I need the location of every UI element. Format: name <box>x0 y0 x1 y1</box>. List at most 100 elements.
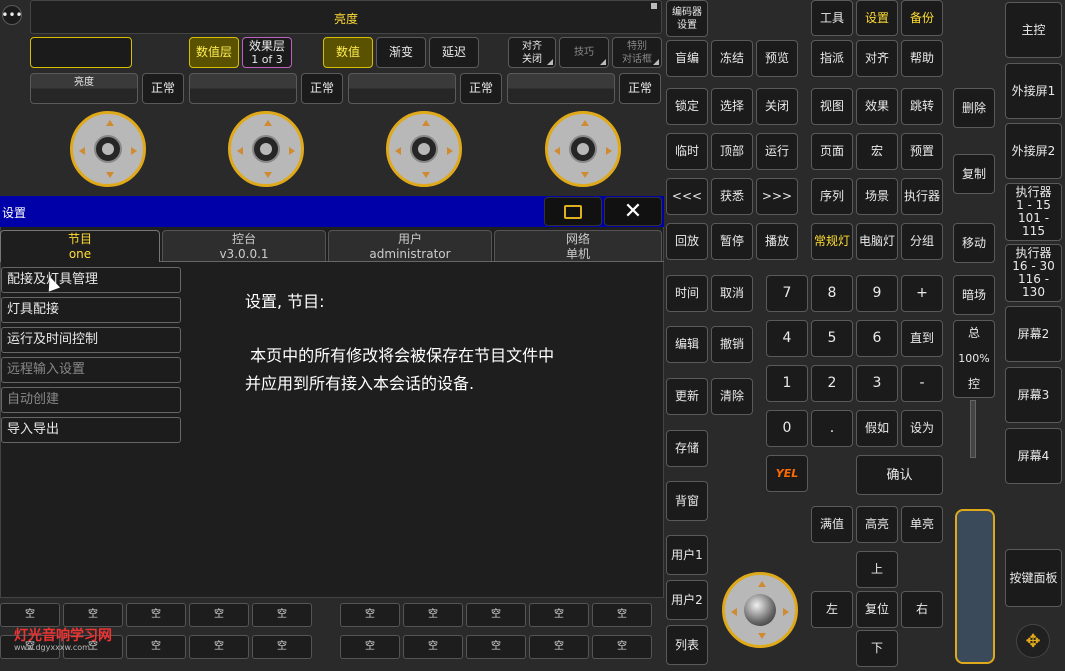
fade-button[interactable]: 渐变 <box>376 37 426 68</box>
encoder-1-label[interactable]: 亮度 <box>30 73 138 104</box>
executor-cell[interactable]: 空 <box>403 603 463 627</box>
go-button[interactable]: 运行 <box>756 133 798 170</box>
copy-button[interactable]: 复制 <box>953 154 995 194</box>
key-3[interactable]: 3 <box>856 365 898 402</box>
menu-import-export[interactable]: 导入导出 <box>1 417 181 443</box>
key-plus[interactable]: + <box>901 275 943 312</box>
undo-button[interactable]: 撤销 <box>711 326 753 363</box>
close-button[interactable]: ✕ <box>604 197 662 226</box>
key-thru[interactable]: 直到 <box>901 320 943 357</box>
executor-cell[interactable]: 空 <box>403 635 463 659</box>
encoder-knob-2[interactable] <box>228 111 304 187</box>
wheel-slot[interactable] <box>955 509 995 664</box>
left-button[interactable]: 左 <box>811 591 853 628</box>
encoder-1-mode-button[interactable]: 正常 <box>142 73 184 104</box>
cue-button[interactable]: 场景 <box>856 178 898 215</box>
encoder-settings-button[interactable]: 编码器设置 <box>666 0 708 37</box>
tab-console[interactable]: 控台 v3.0.0.1 <box>162 230 326 262</box>
right-button[interactable]: 右 <box>901 591 943 628</box>
highlight-button[interactable]: 高亮 <box>856 506 898 543</box>
user1-button[interactable]: 用户1 <box>666 535 708 575</box>
encoder-4-label[interactable] <box>507 73 615 104</box>
executor-cell[interactable]: 空 <box>126 635 186 659</box>
executor-cell[interactable]: 空 <box>252 635 312 659</box>
encoder-knob-4[interactable] <box>545 111 621 187</box>
effect-layer-button[interactable]: 效果层 1 of 3 <box>242 37 292 68</box>
tools-button[interactable]: 工具 <box>811 0 853 36</box>
solo-button[interactable]: 单亮 <box>901 506 943 543</box>
effect-button[interactable]: 效果 <box>856 88 898 125</box>
value-layer-button[interactable]: 数值层 <box>189 37 239 68</box>
blind-button[interactable]: 盲编 <box>666 40 708 77</box>
top-button[interactable]: 顶部 <box>711 133 753 170</box>
tricks-button[interactable]: 技巧 <box>559 37 609 68</box>
screen-2-button[interactable]: 屏幕2 <box>1005 306 1062 362</box>
store-button[interactable]: 存储 <box>666 430 708 467</box>
key-if[interactable]: 假如 <box>856 410 898 447</box>
select-button[interactable]: 选择 <box>711 88 753 125</box>
encoder-3-mode-button[interactable]: 正常 <box>460 73 502 104</box>
sequence-button[interactable]: 序列 <box>811 178 853 215</box>
encoder-3-label[interactable] <box>348 73 456 104</box>
up-button[interactable]: 上 <box>856 551 898 588</box>
moving-light-button[interactable]: 电脑灯 <box>856 223 898 260</box>
value-button[interactable]: 数值 <box>323 37 373 68</box>
background-window-button[interactable]: 背窗 <box>666 481 708 521</box>
pause-button[interactable]: 暂停 <box>711 223 753 260</box>
menu-fixture-patch[interactable]: 灯具配接 <box>1 297 181 323</box>
encoder-2-label[interactable] <box>189 73 297 104</box>
executor-cell[interactable]: 空 <box>340 603 400 627</box>
external-screen-2-button[interactable]: 外接屏2 <box>1005 123 1062 179</box>
key-2[interactable]: 2 <box>811 365 853 402</box>
grand-master-fader[interactable]: 总 100% 控 <box>953 320 995 398</box>
executor-cell[interactable]: 空 <box>189 603 249 627</box>
menu-dots-button[interactable]: ••• <box>1 5 23 25</box>
learn-button[interactable]: 获悉 <box>711 178 753 215</box>
move-button[interactable]: 移动 <box>953 223 995 263</box>
temp-button[interactable]: 临时 <box>666 133 708 170</box>
user2-button[interactable]: 用户2 <box>666 580 708 620</box>
screen-4-button[interactable]: 屏幕4 <box>1005 428 1062 484</box>
preview-button[interactable]: 预览 <box>756 40 798 77</box>
executor-cell[interactable]: 空 <box>189 635 249 659</box>
key-9[interactable]: 9 <box>856 275 898 312</box>
executor-cell[interactable]: 空 <box>63 603 123 627</box>
menu-run-and-timecode[interactable]: 运行及时间控制 <box>1 327 181 353</box>
executor-cell[interactable]: 空 <box>252 603 312 627</box>
macro-button[interactable]: 宏 <box>856 133 898 170</box>
play-button[interactable]: 播放 <box>756 223 798 260</box>
key-1[interactable]: 1 <box>766 365 808 402</box>
menu-auto-create[interactable]: 自动创建 <box>1 387 181 413</box>
down-button[interactable]: 下 <box>856 630 898 667</box>
key-4[interactable]: 4 <box>766 320 808 357</box>
external-screen-1-button[interactable]: 外接屏1 <box>1005 63 1062 119</box>
screen-3-button[interactable]: 屏幕3 <box>1005 367 1062 423</box>
screen-select-button[interactable] <box>544 197 602 226</box>
keyboard-panel-button[interactable]: 按键面板 <box>1005 549 1062 607</box>
key-dot[interactable]: . <box>811 410 853 447</box>
list-button[interactable]: 列表 <box>666 625 708 665</box>
off-button[interactable]: 关闭 <box>756 88 798 125</box>
encoder-value-field[interactable] <box>30 37 132 68</box>
executor-cell[interactable]: 空 <box>0 603 60 627</box>
key-6[interactable]: 6 <box>856 320 898 357</box>
setup-button[interactable]: 设置 <box>856 0 898 36</box>
page-button[interactable]: 页面 <box>811 133 853 170</box>
preset-button[interactable]: 预置 <box>901 133 943 170</box>
menu-patch-and-fixtures[interactable]: 配接及灯具管理 <box>1 267 181 293</box>
view-button[interactable]: 视图 <box>811 88 853 125</box>
key-minus[interactable]: - <box>901 365 943 402</box>
update-button[interactable]: 更新 <box>666 378 708 415</box>
executor-cell[interactable]: 空 <box>466 603 526 627</box>
assign-button[interactable]: 指派 <box>811 40 853 77</box>
main-control-button[interactable]: 主控 <box>1005 2 1062 58</box>
move-cross-button[interactable]: ✥ <box>1016 624 1050 658</box>
align-off-button[interactable]: 对齐 关闭 <box>508 37 556 68</box>
lock-button[interactable]: 锁定 <box>666 88 708 125</box>
special-dialog-button[interactable]: 特别 对话框 <box>612 37 662 68</box>
delete-button[interactable]: 删除 <box>953 88 995 128</box>
full-button[interactable]: 满值 <box>811 506 853 543</box>
enter-button[interactable]: 确认 <box>856 455 943 495</box>
key-at[interactable]: 设为 <box>901 410 943 447</box>
reset-button[interactable]: 复位 <box>856 591 898 628</box>
